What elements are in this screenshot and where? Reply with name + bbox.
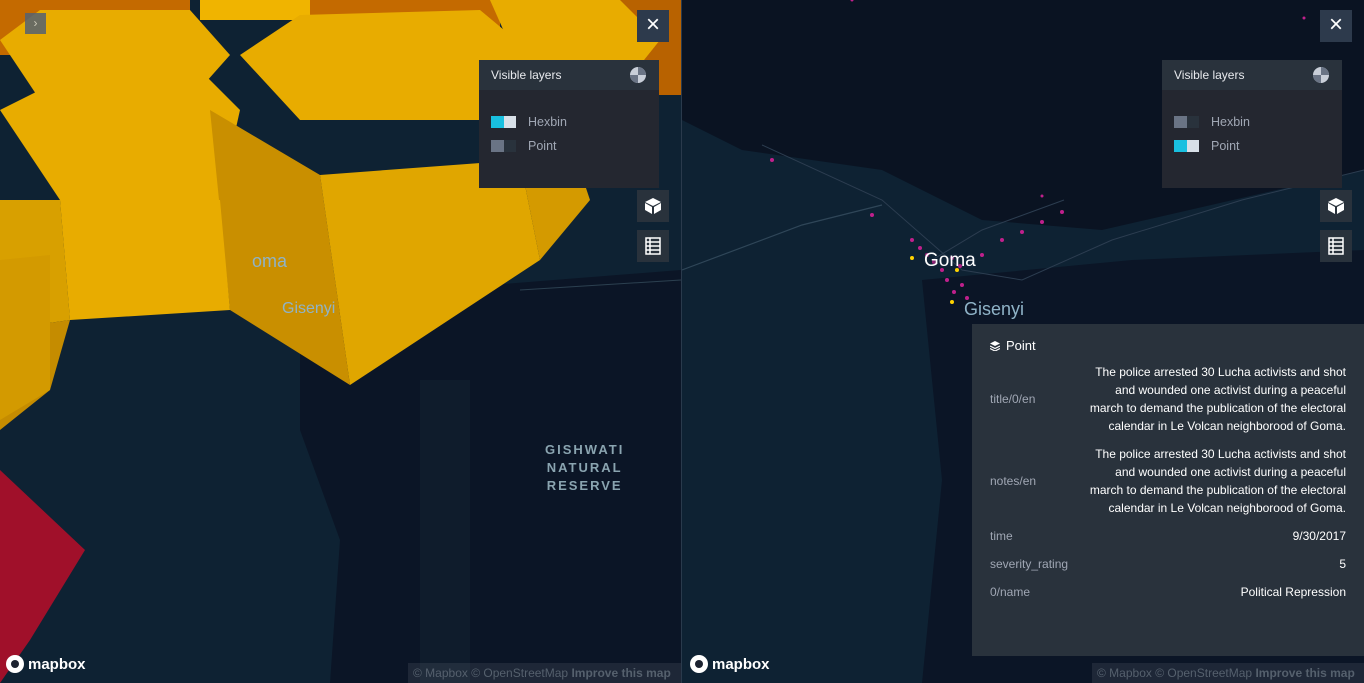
hexbin-swatch-icon <box>1174 116 1199 128</box>
attribution-text: © Mapbox © OpenStreetMap <box>1097 666 1253 680</box>
hexbin-swatch-icon <box>491 116 516 128</box>
tooltip-field-value: Political Repression <box>1240 585 1346 599</box>
tooltip-row: severity_rating 5 <box>990 555 1346 573</box>
layer-toggle-hexbin[interactable]: Hexbin <box>1174 110 1330 134</box>
tooltip-row: title/0/en The police arrested 30 Lucha … <box>990 363 1346 435</box>
layer-label: Hexbin <box>1211 115 1250 129</box>
chevron-right-icon: › <box>33 16 38 30</box>
layer-label: Point <box>1211 139 1240 153</box>
legend-button[interactable] <box>1320 230 1352 262</box>
layer-toggle-point[interactable]: Point <box>1174 134 1330 158</box>
right-map[interactable]: Goma Gisenyi × Visible layers Hexbin Poi… <box>682 0 1364 683</box>
visible-layers-panel: Visible layers Hexbin Point <box>1162 60 1342 188</box>
attribution-text: © Mapbox © OpenStreetMap <box>413 666 569 680</box>
tooltip-field-value: The police arrested 30 Lucha activists a… <box>1089 365 1346 433</box>
tooltip-field-value: The police arrested 30 Lucha activists a… <box>1089 447 1346 515</box>
point-swatch-icon <box>1174 140 1199 152</box>
point-swatch-icon <box>491 140 516 152</box>
tooltip-field-key: severity_rating <box>990 557 1069 571</box>
reserve-label-line: RESERVE <box>546 478 623 493</box>
tooltip-row: 0/name Political Repression <box>990 583 1346 601</box>
cube-icon <box>1328 198 1344 214</box>
map-attribution: © Mapbox © OpenStreetMap Improve this ma… <box>408 663 681 683</box>
mapbox-icon <box>690 655 708 673</box>
gisenyi-label: Gisenyi <box>964 299 1025 319</box>
improve-map-link[interactable]: Improve this map <box>1255 666 1354 680</box>
tooltip-field-key: notes/en <box>990 474 1037 488</box>
reserve-label-line: NATURAL <box>546 460 623 475</box>
mapbox-icon <box>6 655 24 673</box>
gisenyi-label: Gisenyi <box>282 300 336 317</box>
layer-panel-title: Visible layers <box>491 68 562 82</box>
mapbox-logo[interactable]: mapbox <box>6 655 86 673</box>
tooltip-row: notes/en The police arrested 30 Lucha ac… <box>990 445 1346 517</box>
reserve-label-line: GISHWATI <box>545 442 625 457</box>
layer-panel-header: Visible layers <box>479 60 659 90</box>
tooltip-header: Point <box>990 338 1346 353</box>
visible-layers-panel: Visible layers Hexbin Point <box>479 60 659 188</box>
layer-panel-header: Visible layers <box>1162 60 1342 90</box>
tooltip-row: time 9/30/2017 <box>990 527 1346 545</box>
tooltip-field-key: title/0/en <box>990 392 1036 406</box>
list-icon <box>645 237 661 255</box>
layer-toggle-point[interactable]: Point <box>491 134 647 158</box>
layer-label: Point <box>528 139 557 153</box>
gishwati-reserve-label: GISHWATI NATURAL RESERVE <box>545 441 624 495</box>
mapbox-logo-text: mapbox <box>712 655 770 673</box>
close-map-button[interactable]: × <box>637 10 669 42</box>
left-map[interactable]: oma Gisenyi GISHWATI NATURAL RESERVE › ×… <box>0 0 681 683</box>
mapbox-logo-text: mapbox <box>28 655 86 673</box>
goma-label: oma <box>252 251 288 271</box>
tooltip-field-value: 9/30/2017 <box>1292 529 1346 543</box>
tooltip-field-key: 0/name <box>990 585 1031 599</box>
3d-view-button[interactable] <box>637 190 669 222</box>
sidebar-toggle-button[interactable]: › <box>25 13 46 34</box>
feature-tooltip: Point title/0/en The police arrested 30 … <box>972 324 1364 656</box>
layer-toggle-hexbin[interactable]: Hexbin <box>491 110 647 134</box>
goma-label: Goma <box>924 250 976 271</box>
layer-label: Hexbin <box>528 115 567 129</box>
legend-button[interactable] <box>637 230 669 262</box>
cube-icon <box>645 198 661 214</box>
mapbox-logo[interactable]: mapbox <box>690 655 770 673</box>
layer-panel-title: Visible layers <box>1174 68 1245 82</box>
layers-legend-icon[interactable] <box>629 66 647 84</box>
layers-icon <box>990 340 1000 351</box>
improve-map-link[interactable]: Improve this map <box>571 666 670 680</box>
close-map-button[interactable]: × <box>1320 10 1352 42</box>
list-icon <box>1328 237 1344 255</box>
3d-view-button[interactable] <box>1320 190 1352 222</box>
map-attribution: © Mapbox © OpenStreetMap Improve this ma… <box>1092 663 1364 683</box>
layers-legend-icon[interactable] <box>1312 66 1330 84</box>
tooltip-layer-name: Point <box>1006 338 1036 353</box>
tooltip-field-value: 5 <box>1339 557 1346 571</box>
tooltip-field-key: time <box>990 529 1013 543</box>
